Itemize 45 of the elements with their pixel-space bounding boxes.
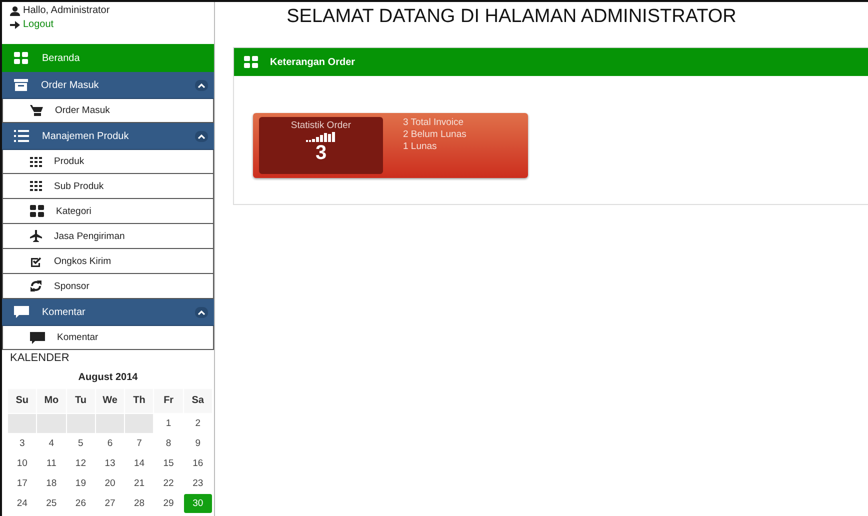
menu-section-header[interactable]: Manajemen Produk	[2, 123, 214, 150]
comment-icon	[14, 306, 29, 318]
panel-title: Keterangan Order	[270, 56, 356, 68]
calendar-month: August 2014	[77, 371, 139, 385]
menu-item[interactable]: Kategori	[2, 199, 214, 224]
weekday-label: Fr	[154, 389, 183, 413]
grid-icon	[14, 52, 28, 64]
stat-line: 3 Total Invoice	[403, 117, 465, 128]
weekday-label: Th	[125, 389, 154, 413]
stat-line: 2 Belum Lunas	[403, 129, 466, 140]
menu-item[interactable]: Produk	[2, 150, 214, 174]
menu-item[interactable]: Jasa Pengiriman	[2, 224, 214, 249]
weekday-label: We	[96, 389, 124, 413]
logout-link[interactable]: Logout	[10, 19, 210, 30]
grid-icon	[30, 181, 42, 191]
arrow-icon	[10, 20, 20, 28]
grid-icon	[30, 205, 44, 217]
menu-item[interactable]: Komentar	[2, 326, 214, 350]
stat-line: 1 Lunas	[403, 141, 438, 152]
menu-section-header[interactable]: Order Masuk	[2, 72, 214, 99]
grid-icon	[244, 56, 258, 68]
refresh-icon	[30, 280, 42, 292]
menu-item[interactable]: Sub Produk	[2, 174, 214, 199]
page-title: SELAMAT DATANG DI HALAMAN ADMINISTRATOR	[286, 5, 738, 29]
comment-icon	[30, 332, 45, 344]
inbox-icon	[14, 79, 28, 91]
cart-icon	[30, 105, 43, 116]
airplane-icon	[30, 230, 42, 242]
weekday-label: Sa	[184, 389, 212, 413]
stat-label: Statistik Order	[290, 120, 352, 131]
menu-item[interactable]: Order Masuk	[2, 99, 214, 123]
weekday-label: Tu	[66, 389, 95, 413]
bar-chart-icon	[306, 132, 336, 142]
grid-icon	[30, 156, 42, 166]
weekday-label: Mo	[37, 389, 66, 413]
user-icon	[10, 6, 20, 16]
checkbox-icon	[30, 256, 42, 266]
user-greeting: Hallo, Administrator	[10, 5, 210, 16]
stat-value: 3	[315, 143, 327, 163]
menu-section-header[interactable]: Komentar	[2, 299, 214, 326]
list-icon	[14, 130, 29, 142]
menu-item[interactable]: Ongkos Kirim	[2, 249, 214, 274]
weekday-label: Su	[8, 389, 36, 413]
menu-item[interactable]: Sponsor	[2, 274, 214, 299]
calendar-heading: KALENDER	[9, 351, 70, 364]
